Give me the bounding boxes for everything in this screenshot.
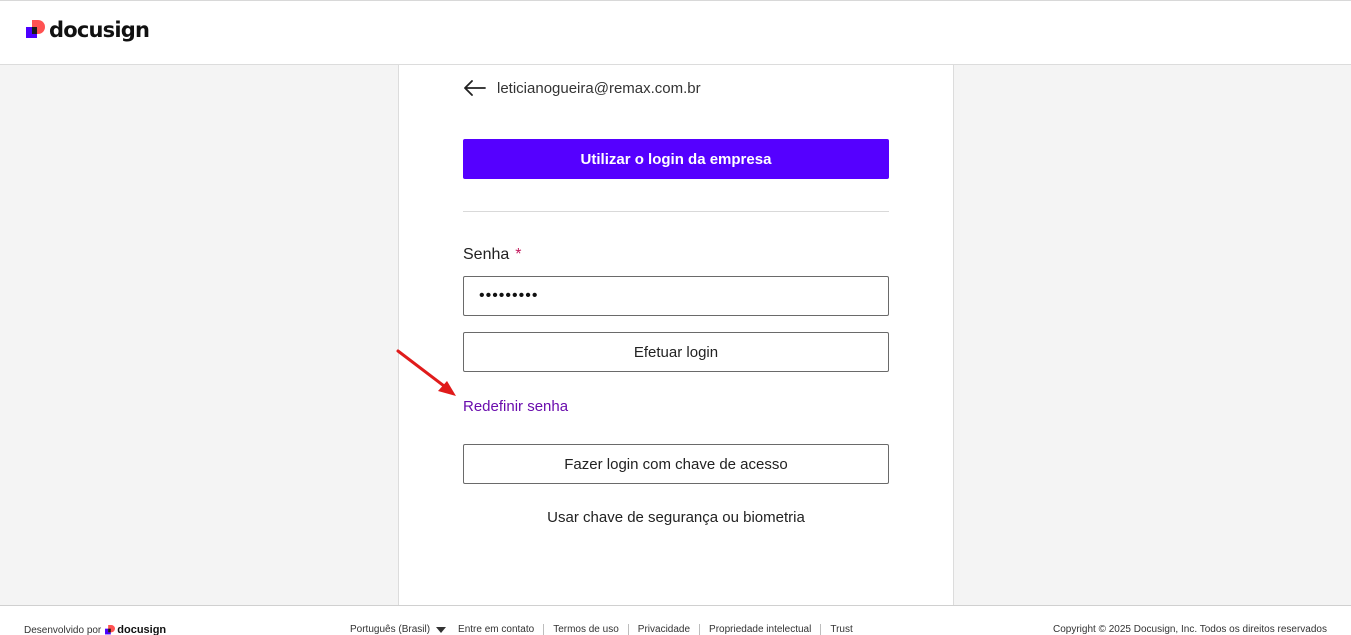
reset-password-link[interactable]: Redefinir senha bbox=[463, 398, 568, 415]
submit-login-button[interactable]: Efetuar login bbox=[463, 332, 889, 372]
red-arrow-annotation bbox=[396, 349, 456, 396]
account-row: leticianogueira@remax.com.br bbox=[463, 76, 701, 100]
passkey-login-button[interactable]: Fazer login com chave de acesso bbox=[463, 444, 889, 484]
footer-links: Português (Brasil) Entre em contato Term… bbox=[350, 624, 862, 635]
footer-link-contact[interactable]: Entre em contato bbox=[458, 624, 543, 635]
back-button[interactable] bbox=[463, 76, 487, 100]
password-label: Senha * bbox=[463, 246, 522, 264]
powered-by-text: Desenvolvido por bbox=[24, 624, 102, 635]
security-key-button[interactable]: Usar chave de segurança ou biometria bbox=[326, 509, 1026, 526]
section-divider bbox=[463, 211, 889, 212]
copyright: Copyright © 2025 Docusign, Inc. Todos os… bbox=[1053, 624, 1327, 635]
password-input[interactable] bbox=[463, 276, 889, 316]
brand-wordmark: docusign bbox=[49, 18, 150, 42]
required-marker: * bbox=[515, 246, 522, 263]
page-footer: Desenvolvido por docusign Português (Bra… bbox=[0, 605, 1351, 635]
language-select[interactable]: Português (Brasil) bbox=[350, 624, 447, 635]
footer-link-trust[interactable]: Trust bbox=[820, 624, 861, 635]
docusign-logo-icon bbox=[105, 624, 116, 634]
docusign-logo-icon bbox=[26, 20, 45, 38]
footer-link-privacy[interactable]: Privacidade bbox=[627, 624, 699, 635]
password-label-text: Senha bbox=[463, 246, 510, 263]
footer-link-terms[interactable]: Termos de uso bbox=[543, 624, 628, 635]
company-login-button[interactable]: Utilizar o login da empresa bbox=[463, 139, 889, 179]
top-header: docusign bbox=[0, 0, 1351, 65]
arrow-left-icon bbox=[464, 80, 486, 96]
language-value: Português (Brasil) bbox=[350, 624, 431, 635]
footer-wordmark: docusign bbox=[117, 624, 167, 635]
caret-down-icon bbox=[436, 626, 447, 633]
footer-logo: docusign bbox=[105, 624, 166, 635]
footer-link-ip[interactable]: Propriedade intelectual bbox=[699, 624, 820, 635]
docusign-logo[interactable]: docusign bbox=[26, 18, 150, 42]
powered-by: Desenvolvido por docusign bbox=[24, 624, 166, 635]
account-email: leticianogueira@remax.com.br bbox=[497, 79, 701, 97]
